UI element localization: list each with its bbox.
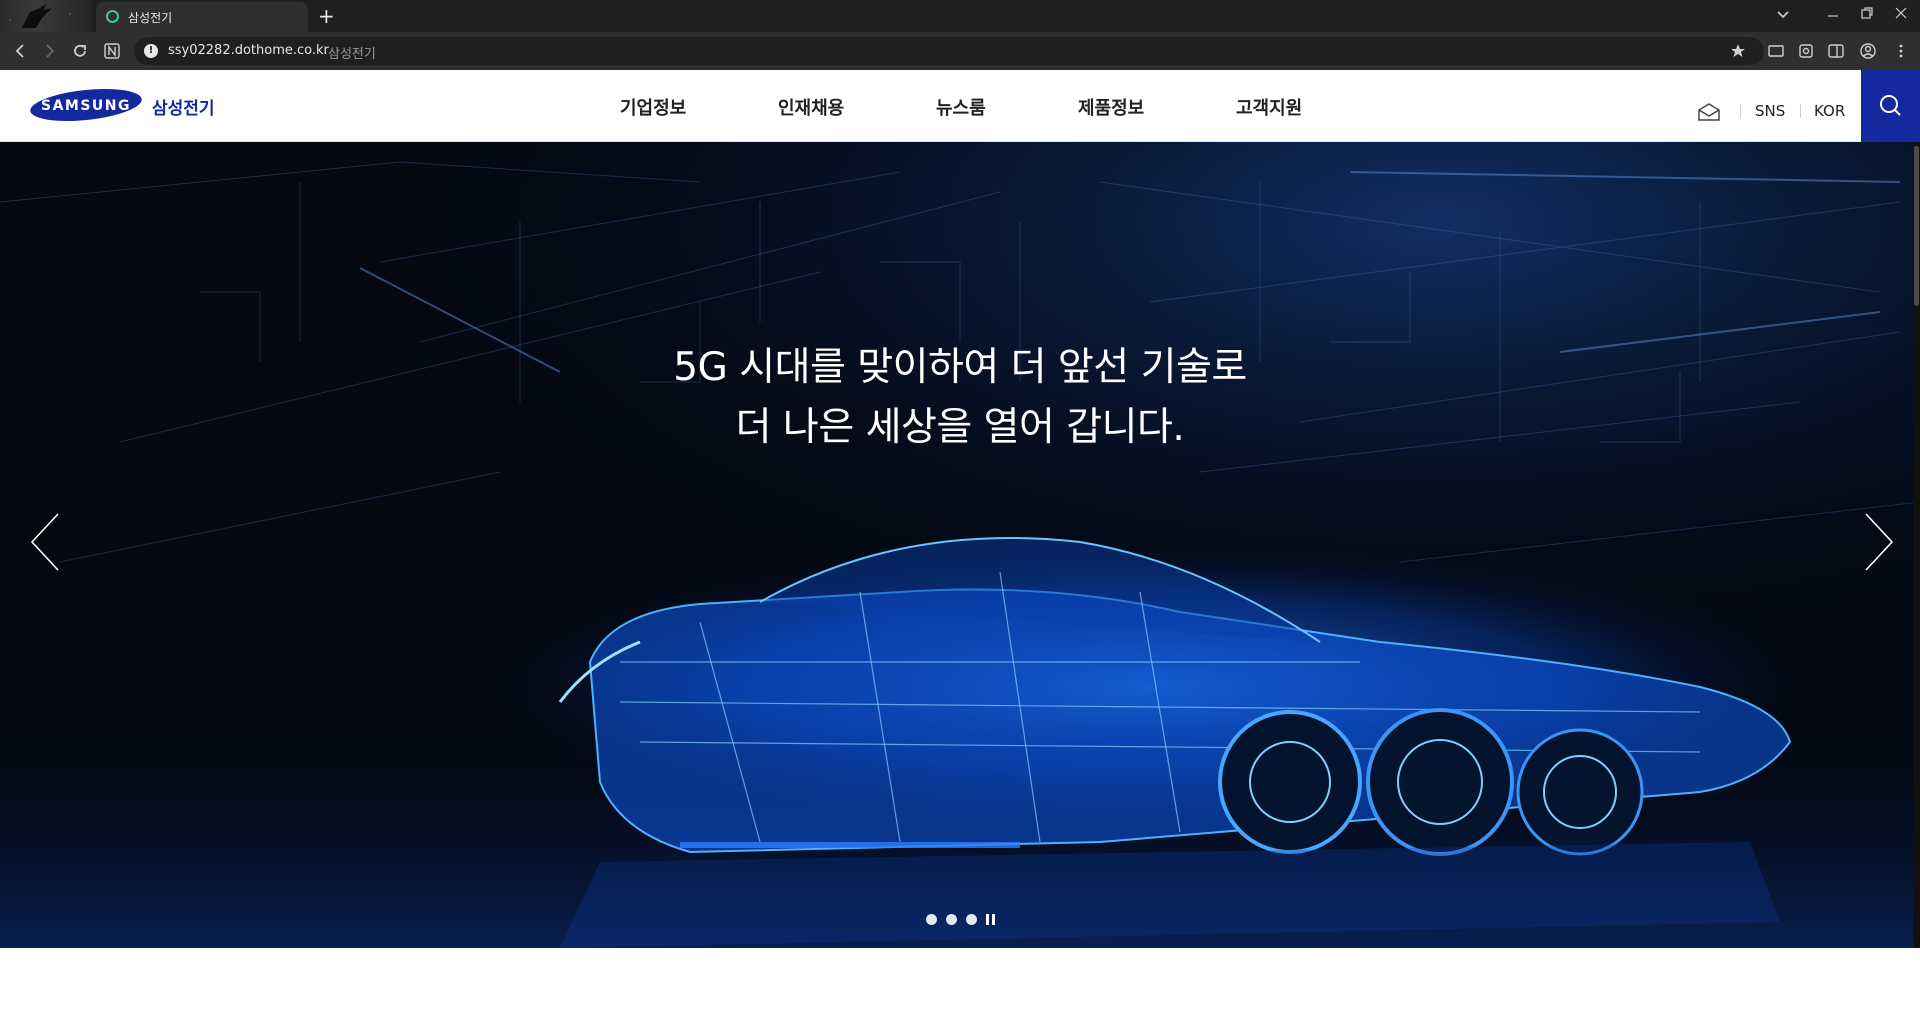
global-navigation: 기업정보 인재채용 뉴스룸 제품정보 고객지원: [620, 94, 1336, 120]
back-icon[interactable]: [10, 41, 30, 61]
prev-slide-arrow-icon[interactable]: [28, 512, 68, 572]
sns-link[interactable]: SNS: [1755, 102, 1785, 120]
samsung-logo[interactable]: SAMSUNG: [30, 87, 142, 123]
site-favicon-icon: [106, 10, 119, 23]
hero-headline-line2: 더 나은 세상을 열어 갑니다.: [735, 405, 1185, 450]
minimize-icon[interactable]: [1826, 8, 1840, 22]
side-panel-icon[interactable]: [1827, 42, 1845, 60]
browser-toolbar: ! ssy02282.dothome.co.kr 삼성전기: [0, 32, 1920, 70]
nav-products[interactable]: 제품정보: [1078, 94, 1236, 120]
slide-dot-3[interactable]: [966, 913, 977, 925]
site-info-icon[interactable]: !: [144, 44, 158, 58]
browser-tab-bar: 삼성전기 +: [0, 0, 1920, 32]
util-divider: [1740, 104, 1741, 118]
menu-kebab-icon[interactable]: [1892, 42, 1910, 60]
slide-pause-icon[interactable]: [986, 913, 995, 925]
search-button[interactable]: [1861, 70, 1920, 142]
brand-name-korean[interactable]: 삼성전기: [152, 94, 215, 119]
hero-headline: 5G 시대를 맞이하여 더 앞선 기술로 더 나은 세상을 열어 갑니다.: [0, 338, 1920, 458]
reload-icon[interactable]: [70, 41, 90, 61]
close-window-icon[interactable]: [1894, 6, 1908, 20]
page-content-below-hero: [0, 948, 1920, 1030]
slide-pagination: [926, 912, 995, 926]
nav-recruitment[interactable]: 인재채용: [778, 94, 936, 120]
forward-icon[interactable]: [40, 41, 60, 61]
active-tab[interactable]: 삼성전기: [96, 2, 308, 32]
tab-search-chevron-icon[interactable]: [1776, 10, 1790, 20]
svg-text:SAMSUNG: SAMSUNG: [41, 98, 131, 114]
hero-background-image: [0, 142, 1920, 948]
nav-newsroom[interactable]: 뉴스룸: [936, 94, 1078, 120]
tab-title: 삼성전기: [128, 11, 173, 25]
search-icon: [1880, 95, 1901, 116]
cast-icon[interactable]: [1767, 42, 1785, 60]
hero-slider: 5G 시대를 맞이하여 더 앞선 기술로 더 나은 세상을 열어 갑니다.: [0, 142, 1920, 948]
site-header: SAMSUNG 삼성전기 기업정보 인재채용 뉴스룸 제품정보 고객지원 SNS…: [0, 70, 1920, 142]
samsung-logo-ellipse-icon: SAMSUNG: [30, 88, 142, 122]
restore-icon[interactable]: [1860, 6, 1874, 20]
hero-headline-line1: 5G 시대를 맞이하여 더 앞선 기술로: [673, 345, 1247, 390]
next-slide-arrow-icon[interactable]: [1856, 512, 1896, 572]
language-selector[interactable]: KOR: [1814, 102, 1845, 120]
bookmark-star-icon[interactable]: [1730, 42, 1748, 60]
url-page-title: 삼성전기: [328, 47, 376, 62]
slide-dot-2[interactable]: [946, 913, 957, 925]
new-tab-button[interactable]: +: [318, 4, 335, 28]
nav-company-info[interactable]: 기업정보: [620, 94, 778, 120]
screenshot-icon[interactable]: [1797, 42, 1815, 60]
slide-dot-1[interactable]: [926, 913, 937, 925]
bird-silhouette-icon: [9, 4, 71, 28]
tab-strip-decoration: [0, 0, 92, 32]
profile-icon[interactable]: [1859, 42, 1877, 60]
mail-icon[interactable]: [1697, 102, 1721, 122]
address-bar[interactable]: ! ssy02282.dothome.co.kr 삼성전기: [134, 37, 1764, 65]
naver-extension-icon[interactable]: [102, 41, 122, 61]
page-scrollbar-thumb[interactable]: [1914, 146, 1919, 306]
nav-customer-support[interactable]: 고객지원: [1236, 94, 1336, 120]
util-divider: [1800, 104, 1801, 118]
url-text[interactable]: ssy02282.dothome.co.kr: [168, 43, 329, 58]
